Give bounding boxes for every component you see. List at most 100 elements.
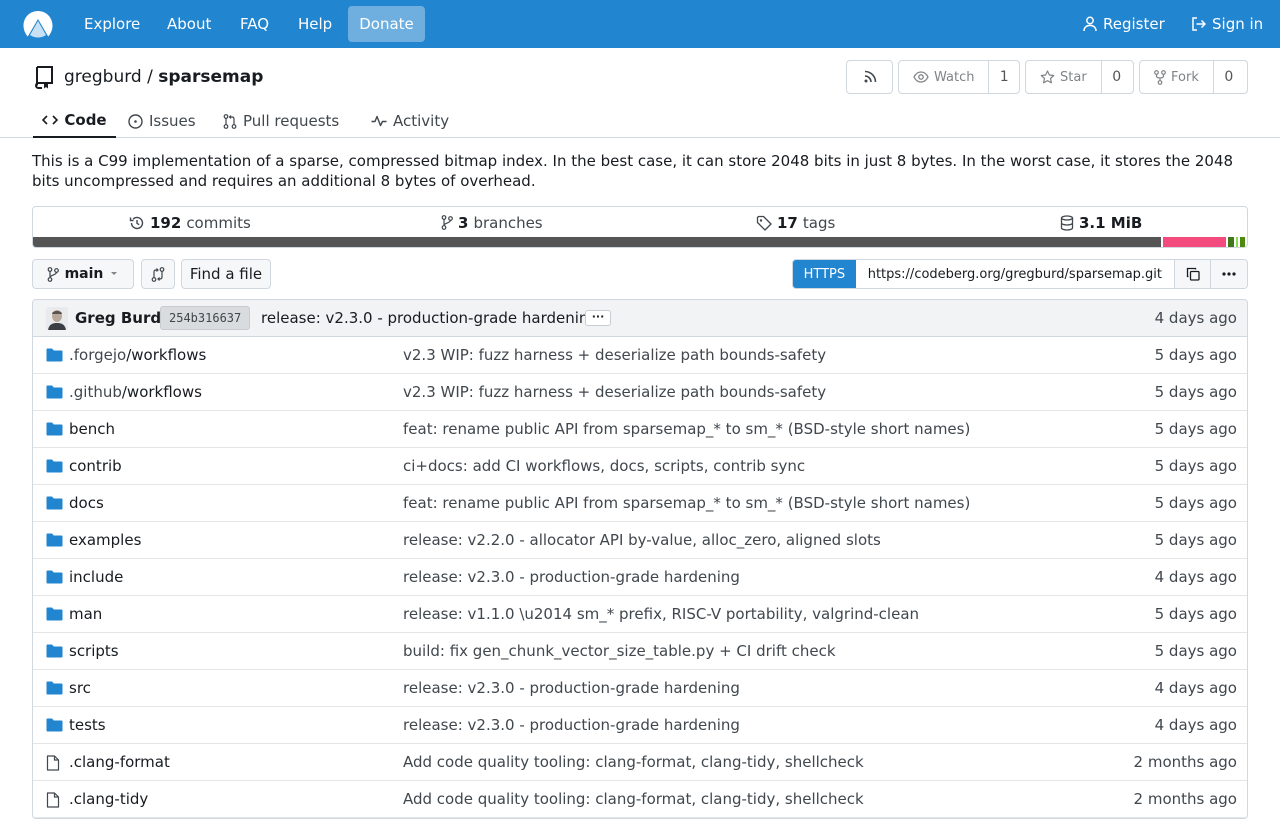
- watch-count[interactable]: 1: [988, 61, 1019, 93]
- https-button[interactable]: HTTPS: [793, 260, 856, 288]
- table-row[interactable]: docs feat: rename public API from sparsem…: [33, 485, 1247, 522]
- table-row[interactable]: src release: v2.3.0 - production-grade ha…: [33, 670, 1247, 707]
- file-commit-message[interactable]: release: v1.1.0 \u2014 sm_* prefix, RISC…: [403, 596, 919, 633]
- language-segment[interactable]: [1244, 237, 1247, 247]
- table-row[interactable]: include release: v2.3.0 - production-grad…: [33, 559, 1247, 596]
- clone-url-input[interactable]: https://codeberg.org/gregburd/sparsemap.…: [855, 260, 1175, 288]
- file-name-link[interactable]: .clang-format: [69, 744, 170, 781]
- nav-faq[interactable]: FAQ: [240, 0, 269, 48]
- tab-code-label: Code: [64, 111, 107, 129]
- folder-icon: [46, 718, 63, 732]
- file-commit-message[interactable]: release: v2.3.0 - production-grade harde…: [403, 707, 740, 744]
- table-row[interactable]: bench feat: rename public API from sparse…: [33, 411, 1247, 448]
- file-name: scripts: [69, 642, 119, 660]
- folder-icon: [46, 422, 63, 436]
- more-options-button[interactable]: [1210, 260, 1247, 288]
- tab-activity[interactable]: Activity: [371, 104, 449, 138]
- file-name-link[interactable]: include: [69, 559, 123, 596]
- table-row[interactable]: .github/workflows v2.3 WIP: fuzz harness …: [33, 374, 1247, 411]
- tab-issues[interactable]: Issues: [128, 104, 196, 138]
- table-row[interactable]: .forgejo/workflows v2.3 WIP: fuzz harness…: [33, 337, 1247, 374]
- file-commit-message[interactable]: feat: rename public API from sparsemap_*…: [403, 485, 970, 522]
- nav-about[interactable]: About: [167, 0, 211, 48]
- chevron-down-icon: [109, 271, 119, 277]
- file-name-link[interactable]: examples: [69, 522, 141, 559]
- folder-icon: [46, 459, 63, 473]
- file-name-link[interactable]: tests: [69, 707, 106, 744]
- tags-label: tags: [802, 213, 836, 232]
- file-commit-time: 4 days ago: [1154, 679, 1237, 697]
- sign-in-icon: [1191, 16, 1206, 32]
- language-segment[interactable]: [1160, 237, 1227, 247]
- language-segment[interactable]: [33, 237, 1161, 247]
- file-commit-message[interactable]: v2.3 WIP: fuzz harness + deserialize pat…: [403, 374, 826, 411]
- rss-button[interactable]: [846, 60, 893, 94]
- file-commit-message[interactable]: v2.3 WIP: fuzz harness + deserialize pat…: [403, 337, 826, 374]
- file-commit-message[interactable]: release: v2.3.0 - production-grade harde…: [403, 670, 740, 707]
- tab-code[interactable]: Code: [33, 104, 116, 138]
- file-commit-message[interactable]: build: fix gen_chunk_vector_size_table.p…: [403, 633, 836, 670]
- table-row[interactable]: contrib ci+docs: add CI workflows, docs, …: [33, 448, 1247, 485]
- register-link[interactable]: Register: [1083, 0, 1165, 48]
- eye-icon: [913, 71, 929, 83]
- file-commit-time: 4 days ago: [1154, 716, 1237, 734]
- table-row[interactable]: man release: v1.1.0 \u2014 sm_* prefix, R…: [33, 596, 1247, 633]
- sign-in-link[interactable]: Sign in: [1191, 0, 1263, 48]
- copy-url-button[interactable]: [1174, 260, 1211, 288]
- file-commit-message[interactable]: release: v2.2.0 - allocator API by-value…: [403, 522, 881, 559]
- nav-help[interactable]: Help: [298, 0, 332, 48]
- file-name: man: [69, 605, 103, 623]
- folder-icon: [46, 533, 63, 547]
- commits-count: 192: [150, 213, 182, 232]
- find-file-button[interactable]: Find a file: [181, 259, 271, 289]
- commit-author[interactable]: Greg Burd: [75, 300, 161, 337]
- avatar[interactable]: [46, 307, 68, 330]
- star-count[interactable]: 0: [1100, 61, 1132, 93]
- compare-button[interactable]: [141, 259, 175, 289]
- table-row[interactable]: examples release: v2.2.0 - allocator API …: [33, 522, 1247, 559]
- commit-message[interactable]: release: v2.3.0 - production-grade harde…: [261, 300, 598, 337]
- donate-button[interactable]: Donate: [348, 6, 425, 42]
- branches-link[interactable]: 3 branches: [441, 207, 543, 238]
- fork-button[interactable]: Fork: [1140, 61, 1213, 93]
- file-commit-time: 4 days ago: [1154, 568, 1237, 586]
- codeberg-logo-icon[interactable]: [22, 8, 54, 40]
- language-segment[interactable]: [1226, 237, 1234, 247]
- watch-button[interactable]: Watch: [899, 61, 988, 93]
- file-name-link[interactable]: man: [69, 596, 102, 633]
- file-commit-message[interactable]: ci+docs: add CI workflows, docs, scripts…: [403, 448, 805, 485]
- file-name-link[interactable]: src: [69, 670, 91, 707]
- file-commit-time: 5 days ago: [1154, 605, 1237, 623]
- commit-time: 4 days ago: [1154, 309, 1237, 327]
- table-row[interactable]: scripts build: fix gen_chunk_vector_size_…: [33, 633, 1247, 670]
- file-name-link[interactable]: docs: [69, 485, 104, 522]
- tag-icon: [756, 215, 772, 231]
- table-row[interactable]: tests release: v2.3.0 - production-grade …: [33, 707, 1247, 744]
- tags-link[interactable]: 17 tags: [756, 207, 835, 238]
- branch-icon: [47, 266, 59, 282]
- file-name-link[interactable]: bench: [69, 411, 115, 448]
- repo-owner-link[interactable]: gregburd: [64, 67, 142, 87]
- file-name-link[interactable]: contrib: [69, 448, 122, 485]
- fork-count[interactable]: 0: [1212, 61, 1244, 93]
- file-name-link[interactable]: .github/workflows: [69, 374, 202, 411]
- table-row[interactable]: .clang-format Add code quality tooling: c…: [33, 744, 1247, 781]
- branch-selector[interactable]: main: [32, 259, 134, 289]
- nav-explore[interactable]: Explore: [84, 0, 140, 48]
- file-name: tests: [69, 716, 106, 734]
- file-name-link[interactable]: .forgejo/workflows: [69, 337, 206, 374]
- star-icon: [1040, 70, 1055, 84]
- star-button[interactable]: Star: [1026, 61, 1101, 93]
- file-commit-message[interactable]: release: v2.3.0 - production-grade harde…: [403, 559, 740, 596]
- commit-expand-button[interactable]: ···: [585, 310, 611, 326]
- commits-link[interactable]: 192 commits: [129, 207, 251, 238]
- language-bar[interactable]: [33, 237, 1247, 247]
- tab-pull-requests[interactable]: Pull requests: [223, 104, 339, 138]
- file-commit-message[interactable]: feat: rename public API from sparsemap_*…: [403, 411, 970, 448]
- fork-icon: [1154, 69, 1166, 85]
- file-commit-message[interactable]: Add code quality tooling: clang-format, …: [403, 744, 864, 781]
- file-name-link[interactable]: scripts: [69, 633, 119, 670]
- commit-sha-label[interactable]: 254b316637: [160, 306, 251, 330]
- repo-name-link[interactable]: sparsemap: [158, 67, 263, 87]
- file-commit-time: 5 days ago: [1154, 383, 1237, 401]
